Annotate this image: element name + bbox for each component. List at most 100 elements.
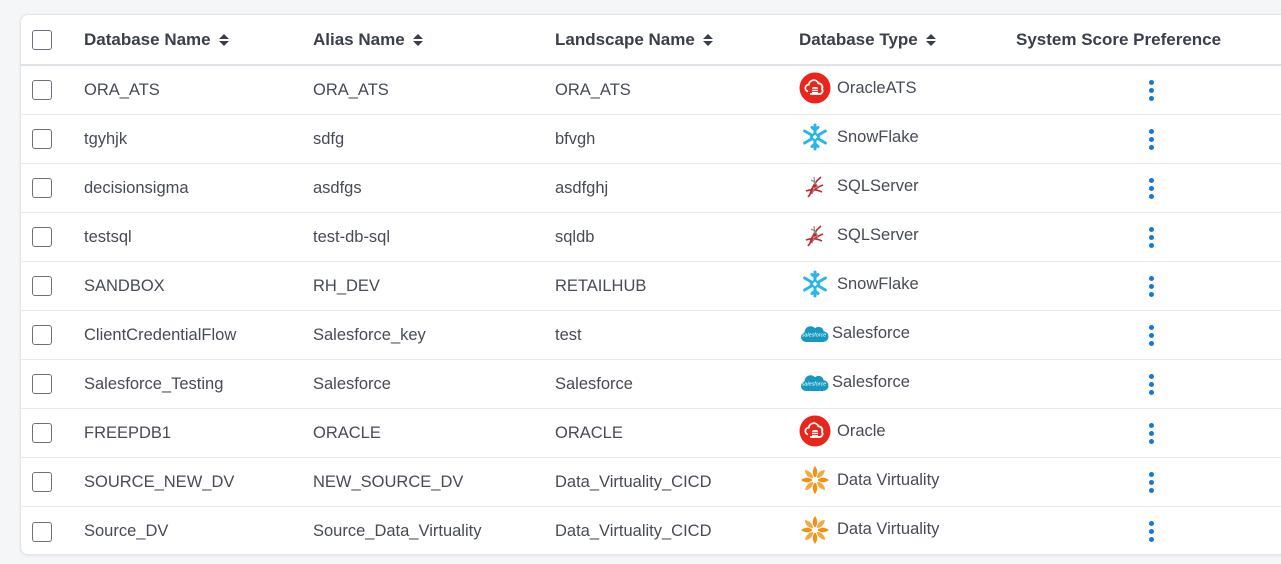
table-row[interactable]: Source_DV Source_Data_Virtuality Data_Virt… (21, 507, 1281, 554)
database-type-cell: salesforce Salesforce (799, 311, 910, 359)
alias-name-cell: NEW_SOURCE_DV (313, 472, 464, 491)
column-header-alias-name[interactable]: Alias Name (313, 15, 423, 64)
database-type-cell: SnowFlake (799, 115, 919, 163)
landscape-name-cell: ORA_ATS (555, 80, 631, 99)
alias-name-cell: asdfgs (313, 178, 362, 197)
landscape-name-cell: sqldb (555, 227, 595, 246)
alias-name-cell: ORA_ATS (313, 80, 389, 99)
database-table: Database Name Alias Name Landscape Name … (20, 14, 1281, 555)
database-name-cell: decisionsigma (84, 178, 189, 197)
sort-icon[interactable] (412, 33, 423, 46)
landscape-name-cell: Salesforce (555, 374, 633, 393)
alias-name-cell: Source_Data_Virtuality (313, 522, 482, 540)
snowflake-icon (799, 268, 831, 300)
table-row[interactable]: testsql test-db-sql sqldb SQLServer (21, 213, 1281, 262)
data-virtuality-icon (799, 514, 831, 546)
row-checkbox[interactable] (32, 227, 52, 247)
database-type-label: Data Virtuality (837, 520, 940, 538)
table-row[interactable]: Salesforce_Testing Salesforce Salesforce sa… (21, 360, 1281, 409)
kebab-menu-icon[interactable] (1143, 225, 1160, 250)
database-type-cell: SQLServer (799, 213, 919, 261)
database-type-cell: Data Virtuality (799, 507, 940, 554)
alias-name-cell: Salesforce_key (313, 325, 426, 344)
landscape-name-cell: ORACLE (555, 423, 623, 442)
sort-icon[interactable] (218, 33, 229, 46)
database-name-cell: testsql (84, 227, 132, 246)
database-type-label: Salesforce (832, 372, 910, 391)
kebab-menu-icon[interactable] (1143, 127, 1160, 152)
database-type-label: Data Virtuality (837, 470, 940, 489)
row-checkbox[interactable] (32, 129, 52, 149)
sort-icon[interactable] (925, 33, 936, 46)
table-row[interactable]: SOURCE_NEW_DV NEW_SOURCE_DV Data_Virtualit… (21, 458, 1281, 507)
salesforce-cloud-icon: salesforce (799, 366, 829, 398)
oracle-cloud-icon (799, 72, 831, 104)
svg-text:salesforce: salesforce (802, 382, 827, 388)
table-row[interactable]: ClientCredentialFlow Salesforce_key test sa… (21, 311, 1281, 360)
database-type-label: SnowFlake (837, 127, 919, 146)
alias-name-cell: RH_DEV (313, 276, 380, 295)
column-header-database-type[interactable]: Database Type (799, 15, 936, 64)
row-checkbox[interactable] (32, 423, 52, 443)
table-row[interactable]: ORA_ATS ORA_ATS ORA_ATS OracleATS (21, 66, 1281, 115)
data-virtuality-icon (799, 464, 831, 496)
landscape-name-cell: RETAILHUB (555, 276, 647, 295)
database-name-cell: Salesforce_Testing (84, 374, 224, 393)
landscape-name-cell: test (555, 325, 582, 344)
database-type-cell: SQLServer (799, 164, 919, 212)
kebab-menu-icon[interactable] (1143, 274, 1160, 299)
row-checkbox[interactable] (32, 178, 52, 198)
database-type-cell: Oracle (799, 409, 886, 457)
kebab-menu-icon[interactable] (1143, 470, 1160, 495)
kebab-menu-icon[interactable] (1143, 519, 1160, 544)
row-checkbox[interactable] (32, 80, 52, 100)
database-type-cell: Data Virtuality (799, 458, 939, 506)
table-row[interactable]: decisionsigma asdfgs asdfghj SQLServer (21, 164, 1281, 213)
kebab-menu-icon[interactable] (1143, 323, 1160, 348)
kebab-menu-icon[interactable] (1143, 78, 1160, 103)
database-type-label: Oracle (837, 421, 886, 440)
column-header-database-name[interactable]: Database Name (84, 15, 229, 64)
row-checkbox[interactable] (32, 374, 52, 394)
kebab-menu-icon[interactable] (1143, 421, 1160, 446)
landscape-name-cell: asdfghj (555, 178, 609, 197)
database-type-cell: salesforce Salesforce (799, 360, 910, 408)
database-type-cell: SnowFlake (799, 262, 919, 310)
sqlserver-icon (799, 170, 831, 202)
kebab-menu-icon[interactable] (1143, 372, 1160, 397)
database-type-cell: OracleATS (799, 66, 916, 114)
column-header-landscape-name[interactable]: Landscape Name (555, 15, 713, 64)
row-checkbox[interactable] (32, 276, 52, 296)
row-checkbox[interactable] (32, 325, 52, 345)
database-type-label: OracleATS (837, 78, 917, 97)
table-row[interactable]: SANDBOX RH_DEV RETAILHUB SnowFlake (21, 262, 1281, 311)
database-name-cell: SANDBOX (84, 276, 165, 295)
svg-text:salesforce: salesforce (802, 333, 827, 339)
database-type-label: Salesforce (832, 323, 910, 342)
salesforce-cloud-icon: salesforce (799, 317, 829, 349)
kebab-menu-icon[interactable] (1143, 176, 1160, 201)
database-type-label: SQLServer (837, 176, 919, 195)
select-all-checkbox[interactable] (32, 29, 52, 50)
alias-name-cell: test-db-sql (313, 227, 391, 246)
table-body: ORA_ATS ORA_ATS ORA_ATS OracleATS tgyhjk sdfg… (21, 66, 1281, 554)
database-name-cell: ClientCredentialFlow (84, 325, 237, 344)
row-checkbox[interactable] (32, 521, 52, 542)
sort-icon[interactable] (702, 33, 713, 46)
database-type-label: SnowFlake (837, 274, 919, 293)
oracle-cloud-icon (799, 415, 831, 447)
row-checkbox[interactable] (32, 472, 52, 492)
database-type-label: SQLServer (837, 225, 919, 244)
table-header: Database Name Alias Name Landscape Name … (21, 15, 1281, 66)
database-name-cell: FREEPDB1 (84, 423, 172, 442)
alias-name-cell: sdfg (313, 129, 345, 148)
table-row[interactable]: tgyhjk sdfg bfvgh SnowFlake (21, 115, 1281, 164)
table-row[interactable]: FREEPDB1 ORACLE ORACLE Oracle (21, 409, 1281, 458)
database-name-cell: ORA_ATS (84, 80, 160, 99)
alias-name-cell: ORACLE (313, 423, 381, 442)
database-name-cell: Source_DV (84, 522, 169, 540)
column-header-system-score-preference: System Score Preference (1016, 29, 1222, 49)
landscape-name-cell: bfvgh (555, 129, 596, 148)
landscape-name-cell: Data_Virtuality_CICD (555, 472, 712, 491)
sqlserver-icon (799, 219, 831, 251)
